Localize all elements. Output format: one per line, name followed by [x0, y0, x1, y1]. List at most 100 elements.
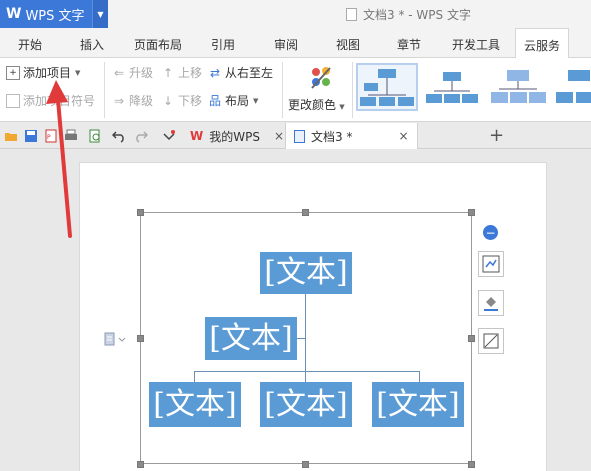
right-to-left-button[interactable]: ⇄ 从右至左: [208, 64, 273, 81]
quick-access-toolbar: P W 我的WPS × 文档3 * × +: [0, 123, 591, 149]
doc-tab-document3[interactable]: 文档3 * ×: [285, 123, 418, 149]
connector-line: [194, 371, 195, 382]
window-title-text: 文档3 * - WPS 文字: [363, 8, 471, 22]
org-chart-thumbnail-icon: [360, 69, 414, 106]
tab-section[interactable]: 章节: [397, 36, 421, 53]
doc-tab-my-wps[interactable]: W 我的WPS ×: [182, 123, 292, 149]
move-up-label: 上移: [178, 66, 203, 80]
connector-line: [305, 293, 306, 371]
ribbon-divider: [104, 62, 105, 118]
tab-page-layout[interactable]: 页面布局: [134, 36, 182, 53]
resize-handle[interactable]: [468, 335, 475, 342]
layout-options-icon: [482, 255, 500, 273]
add-item-button[interactable]: + 添加项目 ▼: [6, 64, 80, 81]
window-title: 文档3 * - WPS 文字: [346, 6, 471, 23]
layout-thumb-org-chart-standard[interactable]: [356, 63, 418, 111]
fill-style-button[interactable]: [478, 290, 504, 316]
smartart-node-child-right[interactable]: [文本]: [372, 382, 464, 427]
chevron-down-icon: ▼: [253, 96, 259, 105]
demote-label: 降级: [129, 94, 154, 108]
swap-arrows-icon: ⇄: [209, 65, 221, 80]
outline-style-button[interactable]: [478, 328, 504, 354]
promote-button[interactable]: ⇐ 升级: [112, 64, 153, 81]
arrow-up-icon: ↑: [162, 65, 174, 80]
paint-bucket-icon: [484, 297, 498, 311]
hierarchy-icon: 品: [208, 93, 221, 108]
customize-toolbar-icon[interactable]: [162, 129, 176, 143]
add-item-label: 添加项目: [23, 66, 72, 80]
layout-thumb-org-chart-half-circle[interactable]: [488, 63, 550, 111]
tab-home[interactable]: 开始: [18, 36, 42, 53]
org-chart-thumbnail-icon: [426, 72, 478, 103]
move-down-label: 下移: [178, 94, 203, 108]
doc-tab-label: 我的WPS: [209, 129, 260, 144]
wps-logo-icon: W: [6, 6, 22, 22]
arrow-right-icon: ⇒: [113, 93, 125, 108]
add-bullet-label: 添加项目符号: [23, 94, 96, 108]
smartart-node-assistant[interactable]: [文本]: [205, 317, 297, 360]
open-folder-icon[interactable]: [4, 129, 18, 143]
ribbon-tabs: 开始 插入 页面布局 引用 审阅 视图 章节 开发工具 云服务: [0, 28, 591, 59]
layout-thumb-org-chart-name-title[interactable]: [422, 63, 484, 111]
resize-handle[interactable]: [302, 461, 309, 468]
resize-handle[interactable]: [137, 335, 144, 342]
close-icon[interactable]: ×: [274, 129, 284, 143]
resize-handle[interactable]: [468, 209, 475, 216]
chevron-down-icon: ▼: [75, 68, 81, 77]
wps-menu-button[interactable]: W WPS 文字 ▼: [0, 0, 108, 28]
collapse-icon[interactable]: −: [483, 225, 498, 240]
resize-handle[interactable]: [137, 461, 144, 468]
ribbon-panel: + 添加项目 ▼ 添加项目符号 ⇐ 升级 ⇒ 降级 ↑ 上移 ↓ 下移 ⇄ 从右…: [0, 58, 591, 122]
ribbon-divider: [282, 62, 283, 118]
connector-line: [419, 371, 420, 382]
chevron-down-icon[interactable]: ▼: [92, 0, 108, 28]
change-colors-button[interactable]: 更改颜色 ▼: [286, 60, 350, 120]
promote-label: 升级: [129, 66, 154, 80]
layout-thumb-org-chart-hierarchy[interactable]: [553, 63, 591, 111]
smartart-node-root[interactable]: [文本]: [260, 252, 352, 294]
connector-line: [297, 338, 305, 339]
export-pdf-icon[interactable]: P: [44, 129, 58, 143]
doc-tab-label: 文档3 *: [311, 129, 353, 144]
tab-cloud[interactable]: 云服务: [515, 28, 570, 59]
resize-handle[interactable]: [137, 209, 144, 216]
palette-icon: [311, 67, 331, 89]
add-item-icon: +: [6, 65, 20, 80]
change-colors-label: 更改颜色: [288, 98, 337, 112]
layout-options-button[interactable]: [478, 251, 504, 277]
resize-handle[interactable]: [468, 461, 475, 468]
print-icon[interactable]: [64, 129, 78, 143]
tab-insert[interactable]: 插入: [80, 36, 104, 53]
layout-label: 布局: [225, 94, 250, 108]
new-tab-button[interactable]: +: [489, 125, 504, 146]
demote-button[interactable]: ⇒ 降级: [112, 92, 153, 109]
move-up-button[interactable]: ↑ 上移: [161, 64, 202, 81]
move-down-button[interactable]: ↓ 下移: [161, 92, 202, 109]
org-chart-thumbnail-icon: [491, 70, 546, 103]
wps-logo-icon: W: [190, 129, 204, 143]
tab-references[interactable]: 引用: [211, 36, 235, 53]
tab-view[interactable]: 视图: [336, 36, 360, 53]
print-preview-icon[interactable]: [88, 129, 102, 143]
arrow-down-icon: ↓: [162, 93, 174, 108]
right-to-left-label: 从右至左: [225, 66, 274, 80]
arrow-left-icon: ⇐: [113, 65, 125, 80]
tab-review[interactable]: 审阅: [274, 36, 298, 53]
close-icon[interactable]: ×: [398, 129, 408, 143]
add-bullet-button[interactable]: 添加项目符号: [6, 92, 95, 109]
smartart-node-child-middle[interactable]: [文本]: [260, 382, 352, 427]
document-icon: [346, 8, 357, 21]
app-name: WPS 文字: [25, 8, 85, 24]
smartart-node-child-left[interactable]: [文本]: [149, 382, 241, 427]
tab-developer[interactable]: 开发工具: [452, 36, 500, 53]
redo-icon[interactable]: [134, 129, 148, 143]
save-icon[interactable]: [24, 129, 38, 143]
layout-button[interactable]: 品 布局 ▼: [208, 92, 258, 109]
chevron-down-icon: ▼: [337, 103, 345, 111]
paste-options-icon[interactable]: [104, 332, 128, 346]
undo-icon[interactable]: [112, 129, 126, 143]
title-bar: W WPS 文字 ▼ 文档3 * - WPS 文字: [0, 0, 591, 28]
ribbon-divider: [352, 62, 353, 118]
resize-handle[interactable]: [302, 209, 309, 216]
connector-line: [194, 371, 420, 372]
